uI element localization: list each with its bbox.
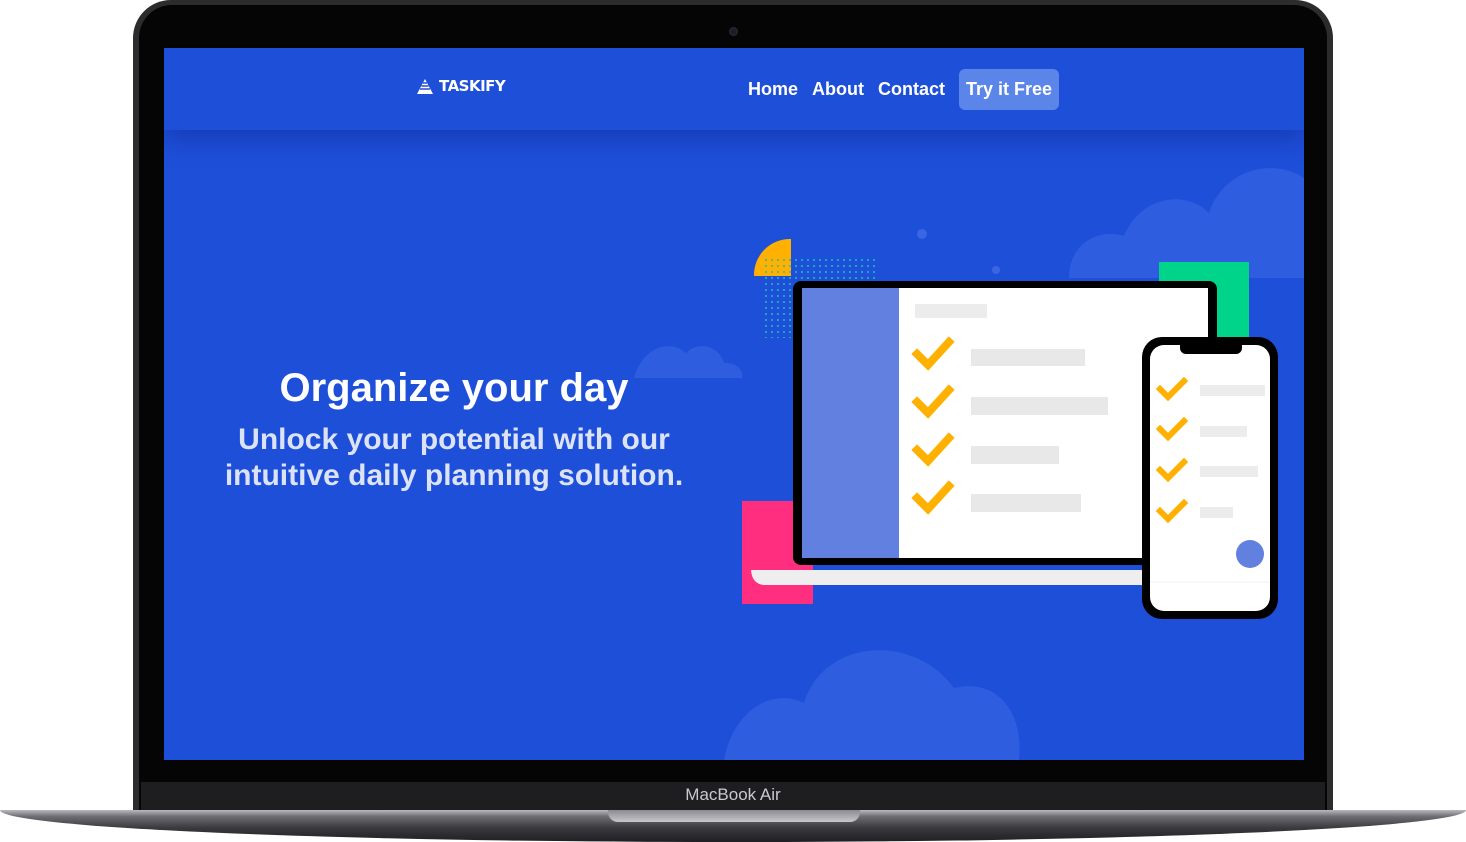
website-viewport: TASKIFY Home About Contact Try it Free O…: [164, 48, 1304, 760]
laptop-header-bar: [915, 304, 987, 318]
nav-home-link[interactable]: Home: [748, 79, 798, 100]
top-navbar: TASKIFY Home About Contact Try it Free: [164, 48, 1304, 130]
task-bar: [971, 349, 1085, 366]
device-label: MacBook Air: [685, 785, 781, 804]
phone-task-bar: [1200, 426, 1247, 437]
logo-icon: [417, 79, 433, 94]
phone-task-bar: [1200, 466, 1258, 477]
nav-contact-link[interactable]: Contact: [878, 79, 945, 100]
laptop-base-shape: [751, 570, 1154, 585]
try-free-button[interactable]: Try it Free: [959, 69, 1060, 110]
phone-task-bar: [1200, 385, 1265, 396]
macbook-frame: TASKIFY Home About Contact Try it Free O…: [0, 0, 1466, 842]
brand-name: TASKIFY: [439, 77, 506, 95]
webcam-icon: [729, 27, 738, 36]
laptop-hinge-notch: [608, 810, 860, 822]
nav-menu: Home About Contact Try it Free: [748, 69, 1060, 110]
task-bar: [971, 446, 1059, 464]
task-bar: [971, 397, 1108, 415]
hero-illustration: [742, 238, 1278, 619]
brand-logo[interactable]: TASKIFY: [415, 77, 506, 95]
task-bar: [971, 494, 1081, 512]
nav-about-link[interactable]: About: [812, 79, 864, 100]
phone-task-bar: [1200, 507, 1233, 518]
laptop-sidebar: [802, 288, 899, 558]
phone-notch: [1180, 340, 1242, 354]
phone-fab-button: [1236, 540, 1264, 568]
